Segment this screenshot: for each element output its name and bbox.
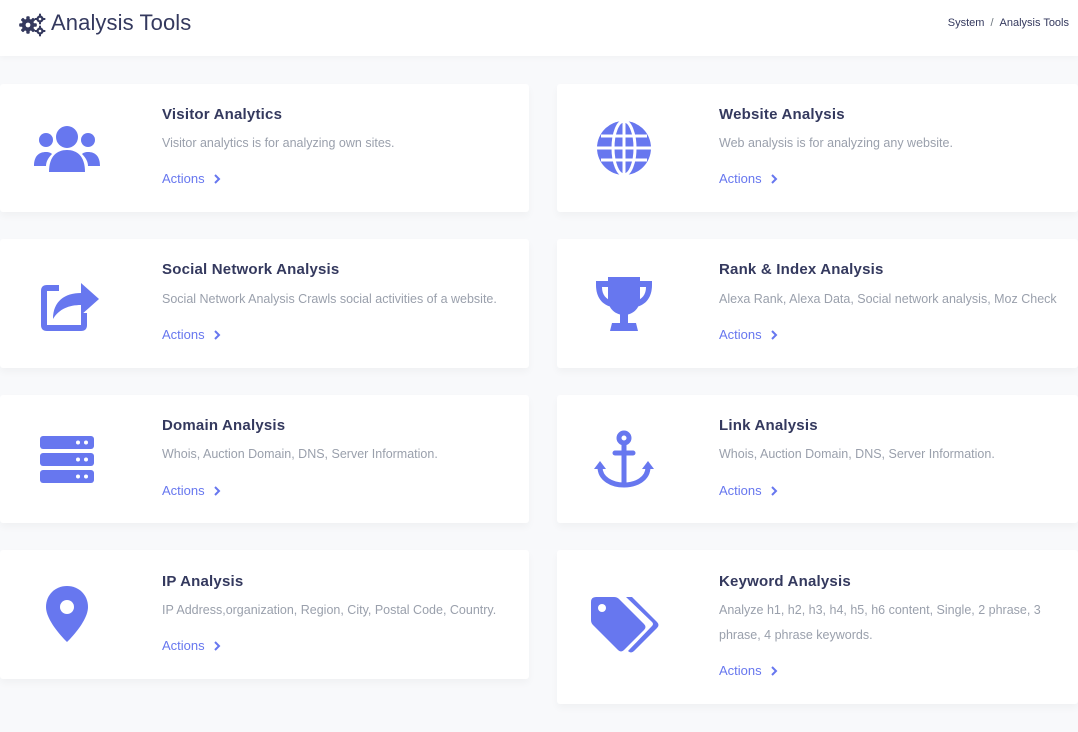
breadcrumb: System / Analysis Tools: [948, 17, 1069, 29]
card-link-analysis: Link Analysis Whois, Auction Domain, DNS…: [557, 395, 1078, 523]
card-title: Keyword Analysis: [719, 573, 851, 590]
anchor-icon: [588, 423, 660, 495]
card-title: Website Analysis: [719, 106, 845, 123]
actions-label: Actions: [719, 171, 762, 186]
chevron-right-icon: [213, 641, 221, 651]
actions-link[interactable]: Actions: [162, 638, 221, 653]
chevron-right-icon: [213, 330, 221, 340]
actions-link[interactable]: Actions: [719, 327, 778, 342]
breadcrumb-separator: /: [990, 17, 994, 29]
actions-link[interactable]: Actions: [162, 171, 221, 186]
card-keyword-analysis: Keyword Analysis Analyze h1, h2, h3, h4,…: [557, 550, 1078, 704]
actions-label: Actions: [719, 327, 762, 342]
actions-label: Actions: [162, 638, 205, 653]
actions-label: Actions: [719, 663, 762, 678]
card-description: Web analysis is for analyzing any websit…: [719, 136, 953, 150]
breadcrumb-item-system[interactable]: System: [948, 17, 985, 29]
map-marker-icon: [31, 578, 103, 650]
card-description: Social Network Analysis Crawls social ac…: [162, 292, 497, 306]
card-visitor-analytics: Visitor Analytics Visitor analytics is f…: [0, 84, 529, 212]
tags-icon: [588, 590, 660, 662]
actions-link[interactable]: Actions: [719, 171, 778, 186]
card-description: IP Address,organization, Region, City, P…: [162, 603, 497, 617]
actions-label: Actions: [162, 483, 205, 498]
chevron-right-icon: [213, 486, 221, 496]
chevron-right-icon: [213, 174, 221, 184]
actions-link[interactable]: Actions: [162, 483, 221, 498]
breadcrumb-item-current: Analysis Tools: [999, 17, 1070, 29]
users-icon: [31, 112, 103, 184]
card-description: Whois, Auction Domain, DNS, Server Infor…: [162, 447, 438, 461]
card-website-analysis: Website Analysis Web analysis is for ana…: [557, 84, 1078, 212]
card-title: Rank & Index Analysis: [719, 261, 884, 278]
card-social-network-analysis: Social Network Analysis Social Network A…: [0, 239, 529, 368]
card-description: Analyze h1, h2, h3, h4, h5, h6 content, …: [719, 603, 1041, 642]
card-rank-index-analysis: Rank & Index Analysis Alexa Rank, Alexa …: [557, 239, 1078, 368]
actions-link[interactable]: Actions: [719, 483, 778, 498]
trophy-icon: [588, 267, 660, 339]
card-title: Visitor Analytics: [162, 106, 283, 123]
chevron-right-icon: [770, 666, 778, 676]
chevron-right-icon: [770, 330, 778, 340]
actions-link[interactable]: Actions: [162, 327, 221, 342]
actions-label: Actions: [719, 483, 762, 498]
share-square-icon: [31, 267, 103, 339]
cogs-icon: [18, 13, 46, 37]
globe-icon: [588, 112, 660, 184]
page-header: Analysis Tools System / Analysis Tools: [0, 0, 1078, 56]
card-description: Visitor analytics is for analyzing own s…: [162, 136, 395, 150]
server-icon: [31, 423, 103, 495]
actions-label: Actions: [162, 171, 205, 186]
card-domain-analysis: Domain Analysis Whois, Auction Domain, D…: [0, 395, 529, 523]
actions-link[interactable]: Actions: [719, 663, 778, 678]
card-title: Social Network Analysis: [162, 261, 340, 278]
card-description: Alexa Rank, Alexa Data, Social network a…: [719, 292, 1057, 306]
card-title: IP Analysis: [162, 573, 244, 590]
card-description: Whois, Auction Domain, DNS, Server Infor…: [719, 447, 995, 461]
page-title: Analysis Tools: [51, 10, 192, 35]
chevron-right-icon: [770, 174, 778, 184]
chevron-right-icon: [770, 486, 778, 496]
actions-label: Actions: [162, 327, 205, 342]
card-ip-analysis: IP Analysis IP Address,organization, Reg…: [0, 550, 529, 679]
card-title: Domain Analysis: [162, 417, 286, 434]
card-title: Link Analysis: [719, 417, 818, 434]
